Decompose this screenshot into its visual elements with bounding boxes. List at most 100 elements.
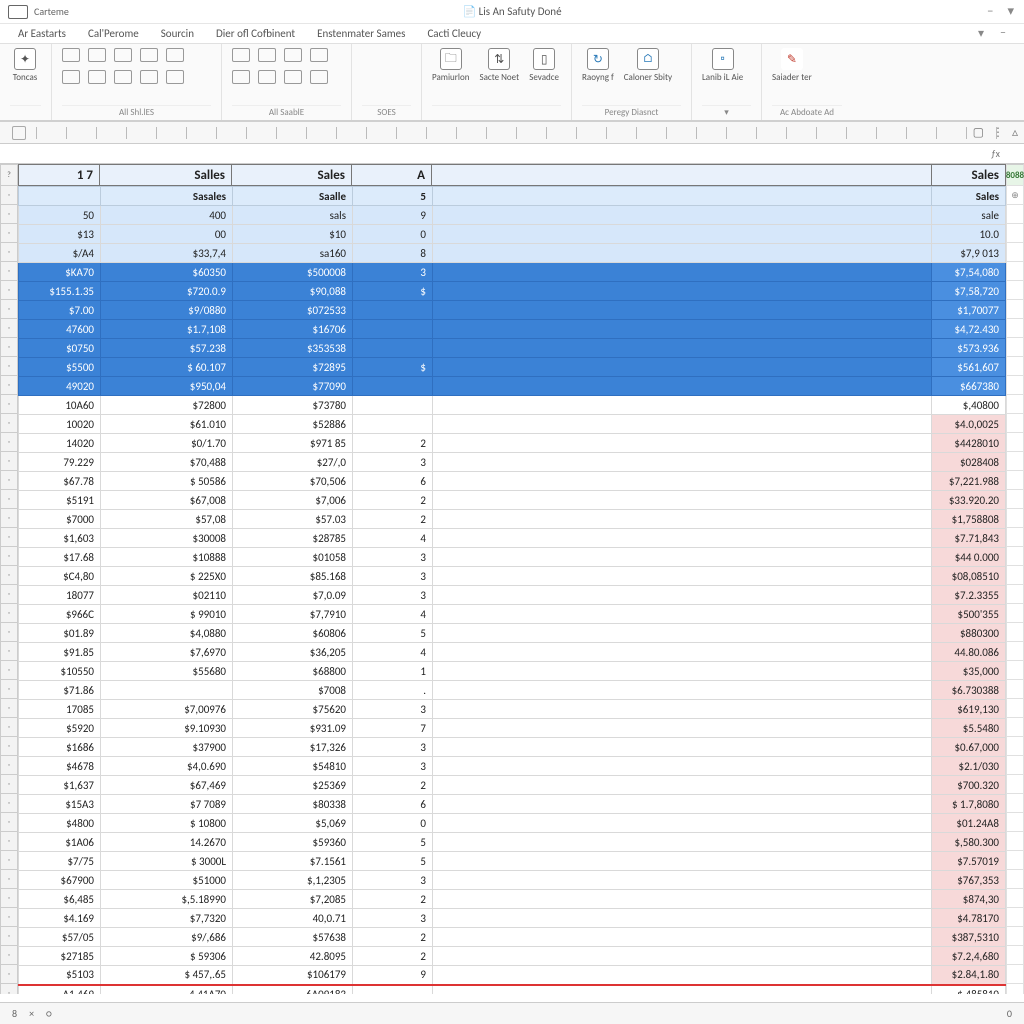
cell[interactable]: $61.010 [101, 415, 233, 434]
cell[interactable]: $667380 [932, 377, 1006, 396]
table-row[interactable]: $1,637$67,469$253692$700.320 [19, 776, 1006, 795]
row-header[interactable]: · [0, 262, 18, 281]
cell[interactable]: $7.71,843 [932, 529, 1006, 548]
cell[interactable]: 3 [353, 586, 433, 605]
cell[interactable]: $7/75 [19, 852, 101, 871]
data-table[interactable]: SasalesSaalle5Sales50400sals9sale$1300$1… [18, 186, 1006, 994]
cell[interactable]: $C4,80 [19, 567, 101, 586]
cell[interactable]: $67,469 [101, 776, 233, 795]
cell[interactable]: 0 [353, 225, 433, 244]
table-row[interactable]: $0750$57.238$353538$573.936 [19, 339, 1006, 358]
cell[interactable]: 7 [353, 719, 433, 738]
rbtn-home[interactable]: ⌂Caloner Sbity [624, 48, 672, 83]
table-row[interactable]: $1A0614.2670$593605$,580.300 [19, 833, 1006, 852]
table-row[interactable]: $57/05$9/,686$576382$387,5310 [19, 928, 1006, 947]
cell[interactable]: $71.86 [19, 681, 101, 700]
col-header-2[interactable]: Sales [232, 164, 352, 186]
cell[interactable]: $77090 [233, 377, 353, 396]
ruler-icon-c[interactable]: ▵ [1012, 125, 1018, 140]
row-header[interactable]: · [0, 642, 18, 661]
cell[interactable]: 2 [353, 776, 433, 795]
row-header[interactable]: · [0, 794, 18, 813]
cell[interactable] [433, 377, 932, 396]
cell[interactable]: $767,353 [932, 871, 1006, 890]
cell[interactable] [433, 909, 932, 928]
cell[interactable]: $4.78170 [932, 909, 1006, 928]
window-opts-icon[interactable]: ▾ [1007, 4, 1014, 19]
table-row[interactable]: 47600$1.7,108$16706$4,72.430 [19, 320, 1006, 339]
cell[interactable]: $67.78 [19, 472, 101, 491]
cell[interactable] [433, 643, 932, 662]
row-header[interactable]: · [0, 319, 18, 338]
row-header[interactable]: · [0, 870, 18, 889]
cell[interactable]: $5500 [19, 358, 101, 377]
cell[interactable]: $60806 [233, 624, 353, 643]
cell[interactable]: 10A60 [19, 396, 101, 415]
col-header-3[interactable]: A [352, 164, 432, 186]
cell[interactable]: 6 [353, 795, 433, 814]
table-row[interactable]: $/A4$33,7,4sa1608$7,9 013 [19, 244, 1006, 263]
cell[interactable]: $08,08510 [932, 567, 1006, 586]
cell[interactable]: $7,54,080 [932, 263, 1006, 282]
cell[interactable]: $35,000 [932, 662, 1006, 681]
cell[interactable]: $85.168 [233, 567, 353, 586]
cell[interactable]: $44 0.000 [932, 548, 1006, 567]
cell[interactable]: $ 99010 [101, 605, 233, 624]
cell[interactable]: 5 [353, 833, 433, 852]
cell[interactable]: $7000 [19, 510, 101, 529]
row-header[interactable]: · [0, 946, 18, 965]
cell[interactable]: 9 [353, 966, 433, 985]
cell[interactable]: $,580.300 [932, 833, 1006, 852]
cell[interactable]: $72895 [233, 358, 353, 377]
cell[interactable]: $57.238 [101, 339, 233, 358]
table-row[interactable]: $7000$57,08$57.032$1,758808 [19, 510, 1006, 529]
cell[interactable]: $36,205 [233, 643, 353, 662]
cell[interactable] [433, 852, 932, 871]
cell[interactable]: $6,485 [19, 890, 101, 909]
table-row[interactable]: $KA70$60350$5000083$7,54,080 [19, 263, 1006, 282]
table-row[interactable]: $27185$ 5930642.80952$7.2,4,680 [19, 947, 1006, 966]
cell[interactable]: $7,006 [233, 491, 353, 510]
cell[interactable]: $KA70 [19, 263, 101, 282]
cell[interactable]: $7,2085 [233, 890, 353, 909]
table-row[interactable]: 79.229$70,488$27/,03$028408 [19, 453, 1006, 472]
table-row[interactable]: 49020$950,04$77090$667380 [19, 377, 1006, 396]
table-row[interactable]: 18077$02110$7,0.093$7.2.3355 [19, 586, 1006, 605]
cell[interactable]: 3 [353, 738, 433, 757]
cell[interactable]: $5.5480 [932, 719, 1006, 738]
row-header[interactable]: · [0, 604, 18, 623]
cell[interactable] [433, 206, 932, 225]
row-header[interactable]: · [0, 680, 18, 699]
cell[interactable]: 42.8095 [233, 947, 353, 966]
cell[interactable]: $ [353, 358, 433, 377]
cell[interactable]: $,1,2305 [233, 871, 353, 890]
cell[interactable]: $2.84,1.80 [932, 966, 1006, 985]
cell[interactable]: $353538 [233, 339, 353, 358]
cell[interactable]: 4 [353, 605, 433, 624]
rbtn-toncas[interactable]: ✦Toncas [10, 48, 40, 83]
cell[interactable]: $ 59306 [101, 947, 233, 966]
row-header[interactable]: · [0, 965, 18, 984]
cell[interactable] [433, 700, 932, 719]
cell[interactable] [433, 358, 932, 377]
cell[interactable] [433, 567, 932, 586]
tab-3[interactable]: Dier ofl Cofbinent [216, 27, 295, 40]
cell[interactable]: $1686 [19, 738, 101, 757]
cell[interactable]: $7.57019 [932, 852, 1006, 871]
table-row[interactable]: $4.169$7,732040,0.713$4.78170 [19, 909, 1006, 928]
cell[interactable]: $30008 [101, 529, 233, 548]
cell[interactable] [433, 434, 932, 453]
cell[interactable]: 79.229 [19, 453, 101, 472]
cell[interactable]: 2 [353, 890, 433, 909]
cell[interactable]: $4.169 [19, 909, 101, 928]
row-header[interactable]: · [0, 414, 18, 433]
table-row[interactable]: $67900$51000$,1,23053$767,353 [19, 871, 1006, 890]
cell[interactable]: $75620 [233, 700, 353, 719]
cell[interactable]: $0/1.70 [101, 434, 233, 453]
cell[interactable]: $01.89 [19, 624, 101, 643]
cell[interactable] [433, 586, 932, 605]
cell[interactable]: $10550 [19, 662, 101, 681]
cell[interactable]: $106179 [233, 966, 353, 985]
cell[interactable]: $57638 [233, 928, 353, 947]
cell[interactable]: $1.7,108 [101, 320, 233, 339]
